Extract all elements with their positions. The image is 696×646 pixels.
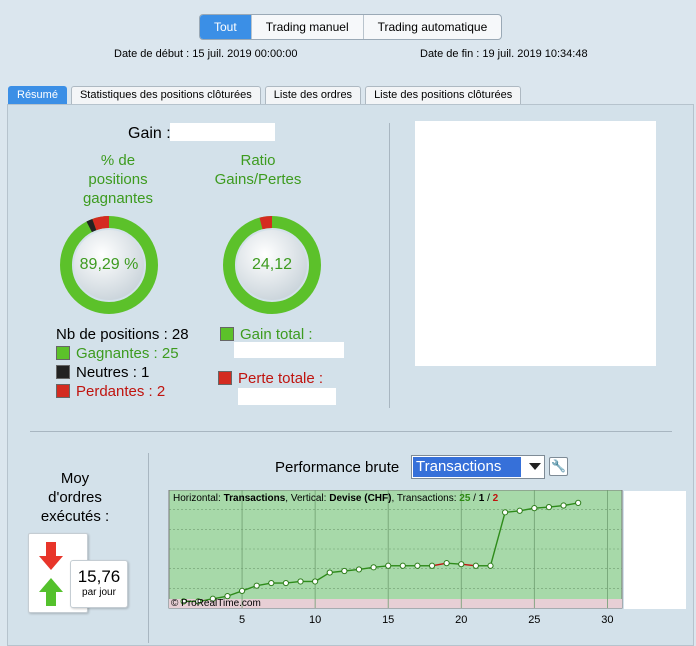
divider-vertical [389,123,390,408]
start-date: Date de début : 15 juil. 2019 00:00:00 [114,48,298,60]
chart-point [326,569,333,576]
tab-bar: Résumé Statistiques des positions clôtur… [8,86,522,104]
chart-point [282,579,290,587]
performance-label: Performance brute [275,459,400,476]
chart-point [428,562,436,569]
gain-value-redacted [170,123,275,141]
summary-panel: Gain : % de positions gagnantes Ratio Gains… [7,104,694,646]
ratio-value: 24,12 [251,256,293,273]
chart-point [370,564,377,571]
chart-x-tick-label: 15 [382,614,394,626]
chart-point [545,503,553,511]
segment-automatic[interactable]: Trading automatique [364,15,502,39]
chart-point [516,507,523,514]
chart-point [575,499,582,507]
equity-preview-redacted [415,121,656,366]
performance-chart: 5 10 15 20 25 30 Horizontal: Transactions, Ve… [168,490,623,626]
tab-summary[interactable]: Résumé [8,86,67,104]
chart-x-tick-label: 30 [601,614,613,626]
end-date: Date de fin : 19 juil. 2019 10:34:48 [420,48,588,60]
chart-point [253,582,260,589]
tab-closed-stats[interactable]: Statistiques des positions clôturées [70,86,261,104]
arrows-icon [39,542,63,606]
perte-totale-swatch [218,371,232,385]
chart-point [238,587,246,595]
scope-segmented-control: Tout Trading manuel Trading automatique [199,14,503,40]
chart-point [458,561,465,568]
chart-point [297,578,304,585]
gain-label: Gain : [128,125,171,142]
chart-point [399,562,406,569]
chart-x-tick-label: 10 [309,614,321,626]
wrench-icon: 🔧 [551,459,566,473]
segment-all[interactable]: Tout [200,15,252,39]
chart-legend: Horizontal: Transactions, Vertical: Devi… [173,493,499,504]
orders-unit: par jour [82,587,116,598]
positions-count: Nb de positions : 28 [56,326,189,343]
chart-point [414,562,421,569]
gain-total: Gain total : [220,326,313,343]
orders-title: Moy d'ordres exécutés : [40,470,110,525]
win-rate-title: % de positions gagnantes [82,152,154,207]
chart-point [268,579,275,587]
losing-swatch [56,384,70,398]
losing-stat: Perdantes : 2 [56,383,165,400]
segment-manual[interactable]: Trading manuel [252,15,364,39]
neutral-swatch [56,365,70,379]
performance-select[interactable]: Transactions [411,455,545,479]
chart-point [341,567,348,575]
chart-x-tick-label: 25 [528,614,540,626]
orders-value: 15,76 [77,567,121,586]
wrench-button[interactable]: 🔧 [549,457,568,476]
win-rate-value: 89,29 % [79,256,139,273]
chart-point [487,562,494,569]
chart-yaxis-redacted [624,491,686,609]
chart-x-tick-label: 20 [455,614,467,626]
chart-point [443,560,450,567]
chart-point [355,566,363,573]
winning-stat: Gagnantes : 25 [56,345,179,362]
gain-total-redacted [234,342,344,358]
perte-totale-redacted [238,388,336,405]
neutral-stat: Neutres : 1 [56,364,149,381]
chart-point [312,578,319,585]
chart-point [560,502,567,509]
chart-x-tick-label: 5 [239,614,245,626]
tab-closed-positions[interactable]: Liste des positions clôturées [365,86,522,104]
divider-orders [148,453,149,643]
chart-point [531,505,538,512]
ratio-title: Ratio Gains/Pertes [214,152,302,188]
chart-point [385,562,392,569]
performance-select-value: Transactions [413,457,521,477]
chart-watermark: © ProRealTime.com [171,598,261,609]
orders-value-box: 15,76 par jour [70,560,128,608]
perte-totale: Perte totale : [218,370,323,387]
divider-horizontal [30,431,672,432]
chevron-down-icon [529,463,541,470]
chart-point [501,509,509,516]
chart-point [472,562,479,569]
winning-swatch [56,346,70,360]
gain-total-swatch [220,327,234,341]
tab-orders[interactable]: Liste des ordres [264,86,362,104]
